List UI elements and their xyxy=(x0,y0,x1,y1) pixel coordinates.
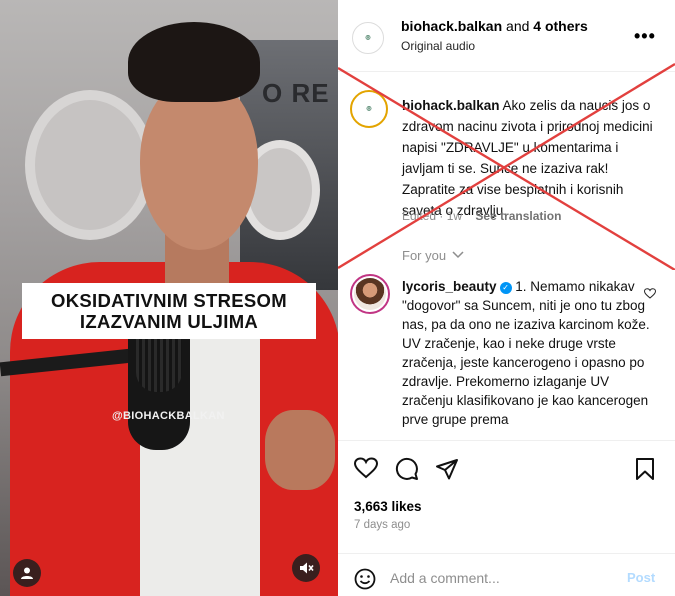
emoji-icon xyxy=(354,568,376,590)
for-you-label: For you xyxy=(402,248,447,263)
author-avatar[interactable]: ◎ xyxy=(352,22,384,54)
background-prop xyxy=(25,90,155,240)
mute-button[interactable] xyxy=(292,554,320,582)
comment-body: 1. Nemamo nikakav "dogovor" sa Suncem, n… xyxy=(402,279,650,427)
heart-icon xyxy=(353,457,379,479)
speaker-hair xyxy=(128,22,260,102)
share-button[interactable] xyxy=(435,457,459,486)
commenter-photo xyxy=(354,278,386,310)
video-caption-line: IZAZVANIM ULJIMA xyxy=(79,311,259,332)
chevron-down-icon xyxy=(452,251,464,259)
comment-icon xyxy=(395,457,418,480)
caption-age[interactable]: 1w xyxy=(447,209,462,223)
like-button[interactable] xyxy=(353,457,379,484)
video-caption-box: OKSIDATIVNIM STRESOM IZAZVANIM ULJIMA xyxy=(22,283,316,339)
caption-author-avatar[interactable]: ◎ xyxy=(350,90,388,128)
video-watermark: @BIOHACKBALKAN xyxy=(112,410,225,422)
post-header: ◎ biohack.balkan and 4 others Original a… xyxy=(338,0,675,72)
collaborators-link[interactable]: 4 others xyxy=(533,18,587,34)
muted-speaker-icon xyxy=(300,562,314,574)
more-options-button[interactable]: ••• xyxy=(634,26,656,47)
biohack-logo-icon: ◎ xyxy=(366,105,372,112)
add-comment-row: Post xyxy=(338,553,675,596)
add-comment-input[interactable] xyxy=(390,567,610,589)
biohack-logo-icon: ◎ xyxy=(365,34,371,41)
comment: lycoris_beauty ✓ 1. Nemamo nikakav "dogov… xyxy=(402,277,652,429)
for-you-dropdown[interactable]: For you xyxy=(402,248,464,263)
edited-label: Edited xyxy=(402,209,437,223)
reel-video[interactable]: O RE OKSIDATIVNIM STRESOM IZAZVANIM ULJI… xyxy=(0,0,338,596)
caption-meta: Edited · 1w See translation xyxy=(402,209,561,223)
audio-link[interactable]: Original audio xyxy=(401,39,475,53)
save-button[interactable] xyxy=(635,457,655,486)
commenter-avatar[interactable] xyxy=(350,274,390,314)
post-comment-button[interactable]: Post xyxy=(627,570,655,585)
commenter-username[interactable]: lycoris_beauty xyxy=(402,279,497,294)
header-authors: biohack.balkan and 4 others xyxy=(401,18,588,34)
meta-separator: · xyxy=(436,209,447,223)
post-panel: ◎ biohack.balkan and 4 others Original a… xyxy=(338,0,675,596)
bookmark-icon xyxy=(636,458,654,480)
heart-outline-icon xyxy=(643,288,657,299)
background-sign-text: O RE xyxy=(262,78,330,108)
post-actions: 3,663 likes 7 days ago Post xyxy=(338,440,675,596)
see-translation-link[interactable]: See translation xyxy=(475,209,561,223)
comment-like-button[interactable] xyxy=(643,286,657,304)
speaker-face xyxy=(140,78,258,250)
emoji-button[interactable] xyxy=(354,568,376,595)
speaker-hand xyxy=(265,410,335,490)
header-and-text: and xyxy=(502,18,534,34)
verified-badge-icon: ✓ xyxy=(499,282,512,294)
video-caption-line: OKSIDATIVNIM STRESOM xyxy=(51,290,287,311)
share-icon xyxy=(436,459,458,480)
likes-count[interactable]: 3,663 likes xyxy=(354,499,422,514)
caption-username[interactable]: biohack.balkan xyxy=(402,98,500,113)
author-username[interactable]: biohack.balkan xyxy=(401,18,502,34)
user-icon xyxy=(21,567,33,579)
comment-button[interactable] xyxy=(395,457,419,486)
tagged-users-button[interactable] xyxy=(13,559,41,587)
post-timestamp[interactable]: 7 days ago xyxy=(354,519,410,531)
caption-body: Ako zelis da naucis jos o zdravom nacinu… xyxy=(402,98,653,218)
post-caption: biohack.balkan Ako zelis da naucis jos o… xyxy=(402,95,658,221)
more-horizontal-icon: ••• xyxy=(634,26,656,46)
